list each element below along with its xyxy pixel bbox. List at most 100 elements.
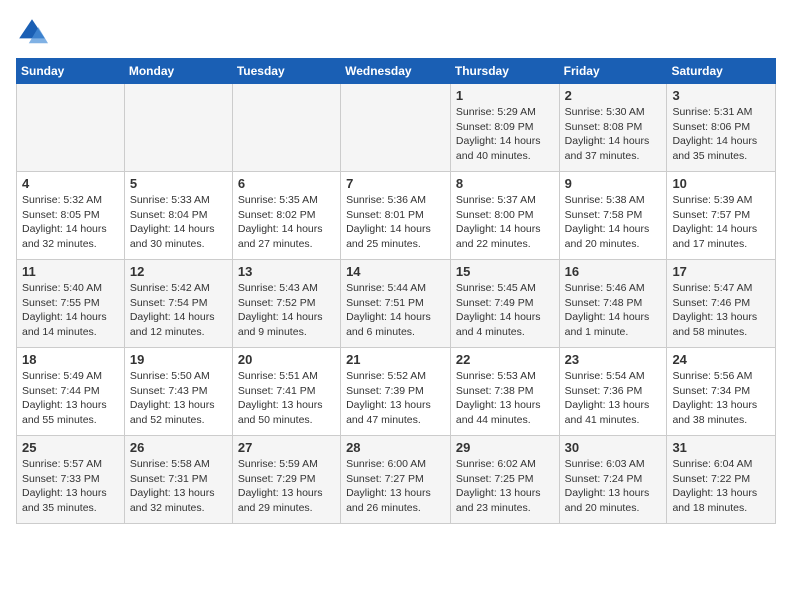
- day-number: 19: [130, 352, 227, 367]
- day-number: 15: [456, 264, 554, 279]
- calendar-cell: 4 Sunrise: 5:32 AM Sunset: 8:05 PM Daylig…: [17, 172, 125, 260]
- day-number: 13: [238, 264, 335, 279]
- calendar-cell: 17Sunrise: 5:47 AM Sunset: 7:46 PM Dayli…: [667, 260, 776, 348]
- calendar-cell: 11 Sunrise: 5:40 AM Sunset: 7:55 PM Dayli…: [17, 260, 125, 348]
- day-number: 27: [238, 440, 335, 455]
- calendar-cell: 19 Sunrise: 5:50 AM Sunset: 7:43 PM Dayli…: [124, 348, 232, 436]
- calendar-cell: 2 Sunrise: 5:30 AM Sunset: 8:08 PM Daylig…: [559, 84, 667, 172]
- calendar-cell: 16Sunrise: 5:46 AM Sunset: 7:48 PM Dayli…: [559, 260, 667, 348]
- day-info: Sunrise: 5:36 AM Sunset: 8:01 PM Dayligh…: [346, 193, 445, 252]
- day-info: Sunrise: 5:50 AM Sunset: 7:43 PM Dayligh…: [130, 369, 227, 428]
- day-number: 8: [456, 176, 554, 191]
- calendar-cell: 30Sunrise: 6:03 AM Sunset: 7:24 PM Dayli…: [559, 436, 667, 524]
- calendar-cell: [232, 84, 340, 172]
- day-info: Sunrise: 5:32 AM Sunset: 8:05 PM Dayligh…: [22, 193, 119, 252]
- day-info: Sunrise: 5:56 AM Sunset: 7:34 PM Dayligh…: [672, 369, 770, 428]
- calendar-header-saturday: Saturday: [667, 59, 776, 84]
- calendar-cell: 27 Sunrise: 5:59 AM Sunset: 7:29 PM Dayli…: [232, 436, 340, 524]
- calendar-header-friday: Friday: [559, 59, 667, 84]
- calendar-cell: 21 Sunrise: 5:52 AM Sunset: 7:39 PM Dayli…: [341, 348, 451, 436]
- day-info: Sunrise: 5:44 AM Sunset: 7:51 PM Dayligh…: [346, 281, 445, 340]
- calendar-week-row: 11 Sunrise: 5:40 AM Sunset: 7:55 PM Dayli…: [17, 260, 776, 348]
- calendar-cell: 10Sunrise: 5:39 AM Sunset: 7:57 PM Dayli…: [667, 172, 776, 260]
- calendar-cell: 23 Sunrise: 5:54 AM Sunset: 7:36 PM Dayli…: [559, 348, 667, 436]
- day-info: Sunrise: 5:52 AM Sunset: 7:39 PM Dayligh…: [346, 369, 445, 428]
- calendar-week-row: 4 Sunrise: 5:32 AM Sunset: 8:05 PM Daylig…: [17, 172, 776, 260]
- logo-icon: [16, 16, 48, 48]
- day-number: 29: [456, 440, 554, 455]
- calendar-header-tuesday: Tuesday: [232, 59, 340, 84]
- calendar-cell: 31Sunrise: 6:04 AM Sunset: 7:22 PM Dayli…: [667, 436, 776, 524]
- calendar-week-row: 25 Sunrise: 5:57 AM Sunset: 7:33 PM Dayli…: [17, 436, 776, 524]
- calendar-header-row: SundayMondayTuesdayWednesdayThursdayFrid…: [17, 59, 776, 84]
- day-info: Sunrise: 5:54 AM Sunset: 7:36 PM Dayligh…: [565, 369, 662, 428]
- day-info: Sunrise: 6:04 AM Sunset: 7:22 PM Dayligh…: [672, 457, 770, 516]
- day-number: 22: [456, 352, 554, 367]
- day-number: 14: [346, 264, 445, 279]
- day-number: 4: [22, 176, 119, 191]
- day-info: Sunrise: 5:49 AM Sunset: 7:44 PM Dayligh…: [22, 369, 119, 428]
- day-number: 10: [672, 176, 770, 191]
- day-number: 21: [346, 352, 445, 367]
- calendar-cell: 24Sunrise: 5:56 AM Sunset: 7:34 PM Dayli…: [667, 348, 776, 436]
- calendar-cell: 28 Sunrise: 6:00 AM Sunset: 7:27 PM Dayli…: [341, 436, 451, 524]
- day-info: Sunrise: 5:58 AM Sunset: 7:31 PM Dayligh…: [130, 457, 227, 516]
- day-info: Sunrise: 5:42 AM Sunset: 7:54 PM Dayligh…: [130, 281, 227, 340]
- calendar-cell: 26 Sunrise: 5:58 AM Sunset: 7:31 PM Dayli…: [124, 436, 232, 524]
- calendar-cell: 7 Sunrise: 5:36 AM Sunset: 8:01 PM Daylig…: [341, 172, 451, 260]
- calendar-cell: [17, 84, 125, 172]
- day-info: Sunrise: 5:35 AM Sunset: 8:02 PM Dayligh…: [238, 193, 335, 252]
- day-number: 16: [565, 264, 662, 279]
- day-info: Sunrise: 5:53 AM Sunset: 7:38 PM Dayligh…: [456, 369, 554, 428]
- day-number: 9: [565, 176, 662, 191]
- calendar-header-monday: Monday: [124, 59, 232, 84]
- day-number: 7: [346, 176, 445, 191]
- day-info: Sunrise: 6:02 AM Sunset: 7:25 PM Dayligh…: [456, 457, 554, 516]
- calendar-header-thursday: Thursday: [450, 59, 559, 84]
- day-info: Sunrise: 5:51 AM Sunset: 7:41 PM Dayligh…: [238, 369, 335, 428]
- calendar-cell: 1 Sunrise: 5:29 AM Sunset: 8:09 PM Daylig…: [450, 84, 559, 172]
- calendar-cell: [124, 84, 232, 172]
- calendar-cell: [341, 84, 451, 172]
- calendar-week-row: 1 Sunrise: 5:29 AM Sunset: 8:09 PM Daylig…: [17, 84, 776, 172]
- calendar-table: SundayMondayTuesdayWednesdayThursdayFrid…: [16, 58, 776, 524]
- day-number: 28: [346, 440, 445, 455]
- day-info: Sunrise: 5:45 AM Sunset: 7:49 PM Dayligh…: [456, 281, 554, 340]
- day-info: Sunrise: 5:33 AM Sunset: 8:04 PM Dayligh…: [130, 193, 227, 252]
- day-number: 25: [22, 440, 119, 455]
- day-info: Sunrise: 6:00 AM Sunset: 7:27 PM Dayligh…: [346, 457, 445, 516]
- day-info: Sunrise: 6:03 AM Sunset: 7:24 PM Dayligh…: [565, 457, 662, 516]
- calendar-cell: 15 Sunrise: 5:45 AM Sunset: 7:49 PM Dayli…: [450, 260, 559, 348]
- calendar-header-wednesday: Wednesday: [341, 59, 451, 84]
- calendar-cell: 25 Sunrise: 5:57 AM Sunset: 7:33 PM Dayli…: [17, 436, 125, 524]
- calendar-cell: 8 Sunrise: 5:37 AM Sunset: 8:00 PM Daylig…: [450, 172, 559, 260]
- day-number: 2: [565, 88, 662, 103]
- day-number: 26: [130, 440, 227, 455]
- calendar-header-sunday: Sunday: [17, 59, 125, 84]
- day-info: Sunrise: 5:40 AM Sunset: 7:55 PM Dayligh…: [22, 281, 119, 340]
- logo: [16, 16, 52, 48]
- calendar-week-row: 18Sunrise: 5:49 AM Sunset: 7:44 PM Dayli…: [17, 348, 776, 436]
- day-info: Sunrise: 5:59 AM Sunset: 7:29 PM Dayligh…: [238, 457, 335, 516]
- calendar-cell: 3Sunrise: 5:31 AM Sunset: 8:06 PM Daylig…: [667, 84, 776, 172]
- day-number: 5: [130, 176, 227, 191]
- day-info: Sunrise: 5:38 AM Sunset: 7:58 PM Dayligh…: [565, 193, 662, 252]
- day-info: Sunrise: 5:57 AM Sunset: 7:33 PM Dayligh…: [22, 457, 119, 516]
- calendar-cell: 9 Sunrise: 5:38 AM Sunset: 7:58 PM Daylig…: [559, 172, 667, 260]
- day-number: 23: [565, 352, 662, 367]
- day-number: 6: [238, 176, 335, 191]
- calendar-cell: 5 Sunrise: 5:33 AM Sunset: 8:04 PM Daylig…: [124, 172, 232, 260]
- day-info: Sunrise: 5:30 AM Sunset: 8:08 PM Dayligh…: [565, 105, 662, 164]
- day-number: 11: [22, 264, 119, 279]
- day-info: Sunrise: 5:37 AM Sunset: 8:00 PM Dayligh…: [456, 193, 554, 252]
- day-number: 12: [130, 264, 227, 279]
- day-info: Sunrise: 5:31 AM Sunset: 8:06 PM Dayligh…: [672, 105, 770, 164]
- day-info: Sunrise: 5:29 AM Sunset: 8:09 PM Dayligh…: [456, 105, 554, 164]
- day-number: 20: [238, 352, 335, 367]
- day-number: 17: [672, 264, 770, 279]
- page-header: [16, 16, 776, 48]
- day-info: Sunrise: 5:43 AM Sunset: 7:52 PM Dayligh…: [238, 281, 335, 340]
- calendar-cell: 12 Sunrise: 5:42 AM Sunset: 7:54 PM Dayli…: [124, 260, 232, 348]
- calendar-cell: 14 Sunrise: 5:44 AM Sunset: 7:51 PM Dayli…: [341, 260, 451, 348]
- day-number: 1: [456, 88, 554, 103]
